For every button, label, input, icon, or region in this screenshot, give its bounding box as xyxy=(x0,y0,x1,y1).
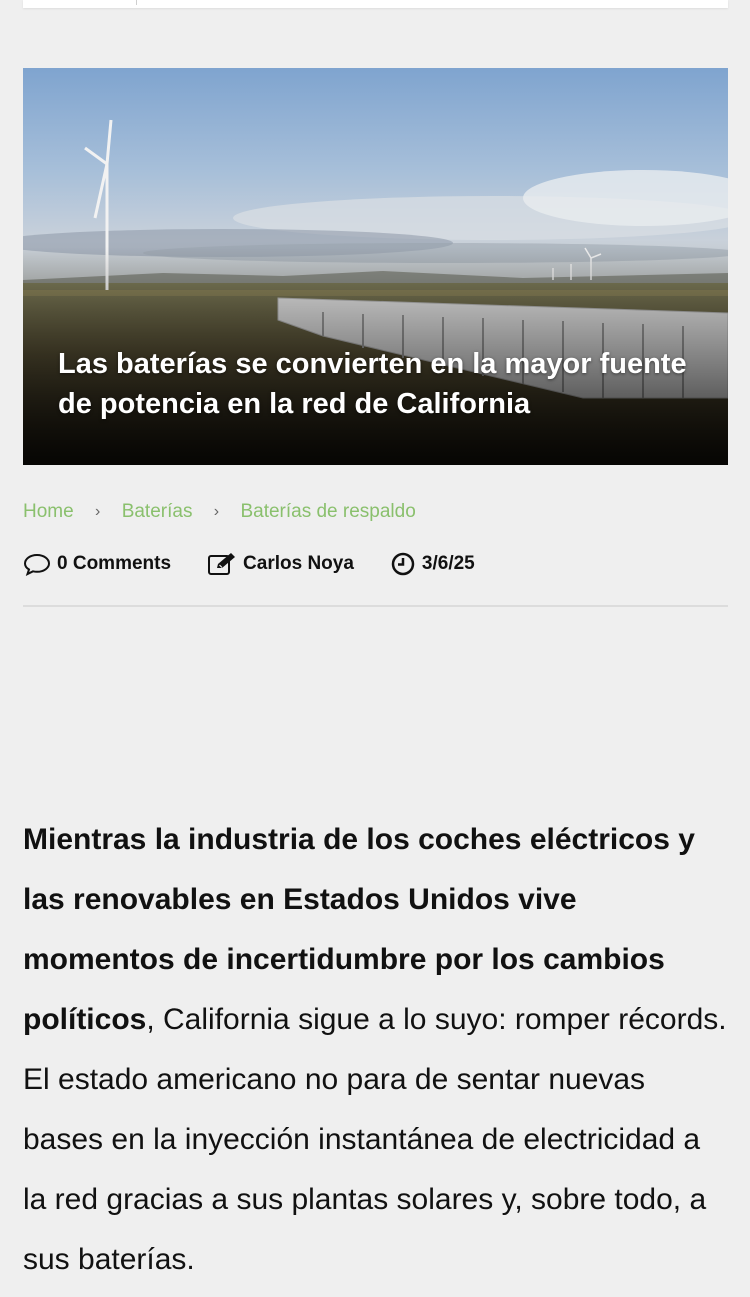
clock-icon xyxy=(391,552,415,576)
comment-icon xyxy=(23,553,51,576)
comments-count: 0 Comments xyxy=(57,553,172,574)
chevron-right-icon: › xyxy=(213,503,220,520)
comments-link[interactable]: 0 Comments xyxy=(23,552,171,576)
meta-divider xyxy=(23,605,728,607)
breadcrumb-baterias[interactable]: Baterías xyxy=(122,501,193,523)
post-meta: 0 Comments Carlos Noya 3/6/25 xyxy=(23,550,475,578)
breadcrumb-home[interactable]: Home xyxy=(23,501,74,523)
author-link[interactable]: Carlos Noya xyxy=(207,552,354,576)
hero-image[interactable]: Las baterías se convierten en la mayor f… xyxy=(23,68,728,465)
search-bar-divider xyxy=(136,0,137,5)
article-page: Las baterías se convierten en la mayor f… xyxy=(0,0,750,1297)
author-name: Carlos Noya xyxy=(243,553,354,574)
article-lead-text: , California sigue a lo suyo: romper réc… xyxy=(23,1003,727,1276)
post-date: 3/6/25 xyxy=(390,552,475,576)
article-lead-paragraph: Mientras la industria de los coches eléc… xyxy=(23,810,728,1290)
breadcrumb: Home › Baterías › Baterías de respaldo xyxy=(23,500,416,524)
chevron-right-icon: › xyxy=(95,503,101,520)
breadcrumb-baterias-de-respaldo[interactable]: Baterías de respaldo xyxy=(240,501,415,523)
edit-icon xyxy=(208,553,236,575)
search-bar[interactable] xyxy=(23,0,728,8)
hero-title[interactable]: Las baterías se convierten en la mayor f… xyxy=(58,344,698,424)
date-value: 3/6/25 xyxy=(421,553,475,574)
